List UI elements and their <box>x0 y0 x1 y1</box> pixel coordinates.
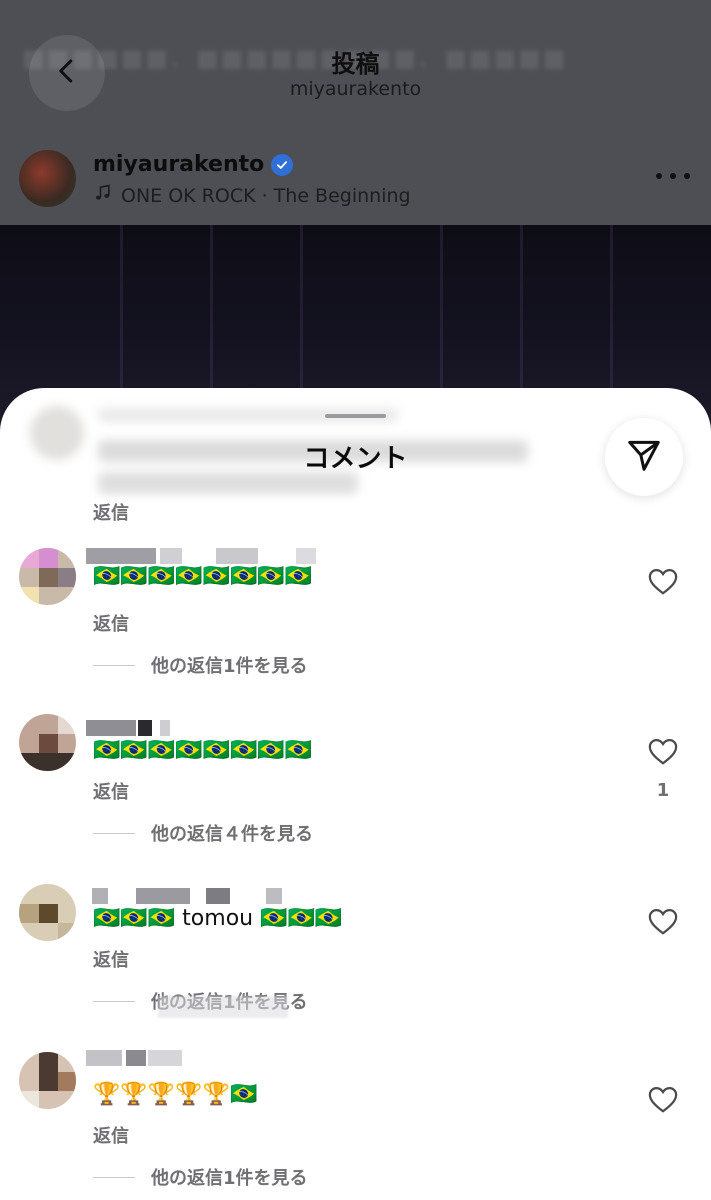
reply-button[interactable]: 返信 <box>93 946 129 972</box>
sheet-drag-handle[interactable] <box>325 414 386 418</box>
heart-icon <box>648 738 678 770</box>
share-button[interactable] <box>605 418 683 496</box>
username-blurred[interactable] <box>86 1050 326 1068</box>
comment-text: 🇧🇷🇧🇷🇧🇷🇧🇷🇧🇷🇧🇷🇧🇷🇧🇷 <box>93 564 313 589</box>
more-horizontal-icon[interactable] <box>656 164 690 188</box>
page-subtitle: miyaurakento <box>289 78 422 100</box>
comment-text: 🏆🏆🏆🏆🏆🇧🇷 <box>93 1082 258 1107</box>
comment-text: 🇧🇷🇧🇷🇧🇷🇧🇷🇧🇷🇧🇷🇧🇷🇧🇷 <box>93 738 313 763</box>
reply-button[interactable]: 返信 <box>93 1122 129 1148</box>
reply-button[interactable]: 返信 <box>93 499 129 525</box>
view-replies-button[interactable]: 他の返信1件を見る <box>93 1164 308 1190</box>
avatar[interactable] <box>19 548 76 605</box>
avatar[interactable] <box>19 714 76 771</box>
heart-icon <box>648 908 678 940</box>
username-blurred[interactable] <box>86 720 326 738</box>
reply-button[interactable]: 返信 <box>93 778 129 804</box>
view-replies-button[interactable]: 他の返信４件を見る <box>93 820 313 846</box>
like-button[interactable] <box>648 568 678 596</box>
heart-icon <box>648 568 678 600</box>
comment-text: 🇧🇷🇧🇷🇧🇷 tomou 🇧🇷🇧🇷🇧🇷 <box>93 906 343 931</box>
verified-badge-icon <box>271 153 294 176</box>
username-blurred[interactable] <box>86 888 326 906</box>
page-title: 投稿 <box>331 50 380 78</box>
avatar[interactable] <box>19 1052 76 1109</box>
comments-sheet: コメント 返信 🇧🇷🇧🇷🇧🇷🇧🇷🇧🇷🇧🇷🇧🇷🇧🇷 返信 他の返信1件を見る 🇧🇷… <box>0 388 711 1200</box>
like-button[interactable] <box>648 738 678 766</box>
author-avatar[interactable] <box>19 150 76 207</box>
view-replies-label: 他の返信1件を見る <box>151 656 308 677</box>
music-row[interactable]: ONE OK ROCK · The Beginning <box>93 183 411 208</box>
view-replies-button[interactable]: 他の返信1件を見る <box>93 652 308 678</box>
like-count: 1 <box>656 780 670 801</box>
author-row[interactable]: miyaurakento <box>93 152 294 177</box>
post-header: ■■■■■■、■■■■■■■■■、■■■■■ 投稿 miyaurakento m… <box>0 0 711 225</box>
avatar[interactable] <box>19 884 76 941</box>
music-label: ONE OK ROCK · The Beginning <box>121 184 411 207</box>
like-button[interactable] <box>648 908 678 936</box>
view-replies-label: 他の返信４件を見る <box>151 824 313 845</box>
blur-overlay <box>158 996 288 1018</box>
send-icon <box>625 436 663 478</box>
music-note-icon <box>93 183 113 208</box>
like-button[interactable] <box>648 1086 678 1114</box>
view-replies-label: 他の返信1件を見る <box>151 1168 308 1189</box>
reply-button[interactable]: 返信 <box>93 610 129 636</box>
author-name[interactable]: miyaurakento <box>93 152 264 177</box>
heart-icon <box>648 1086 678 1118</box>
